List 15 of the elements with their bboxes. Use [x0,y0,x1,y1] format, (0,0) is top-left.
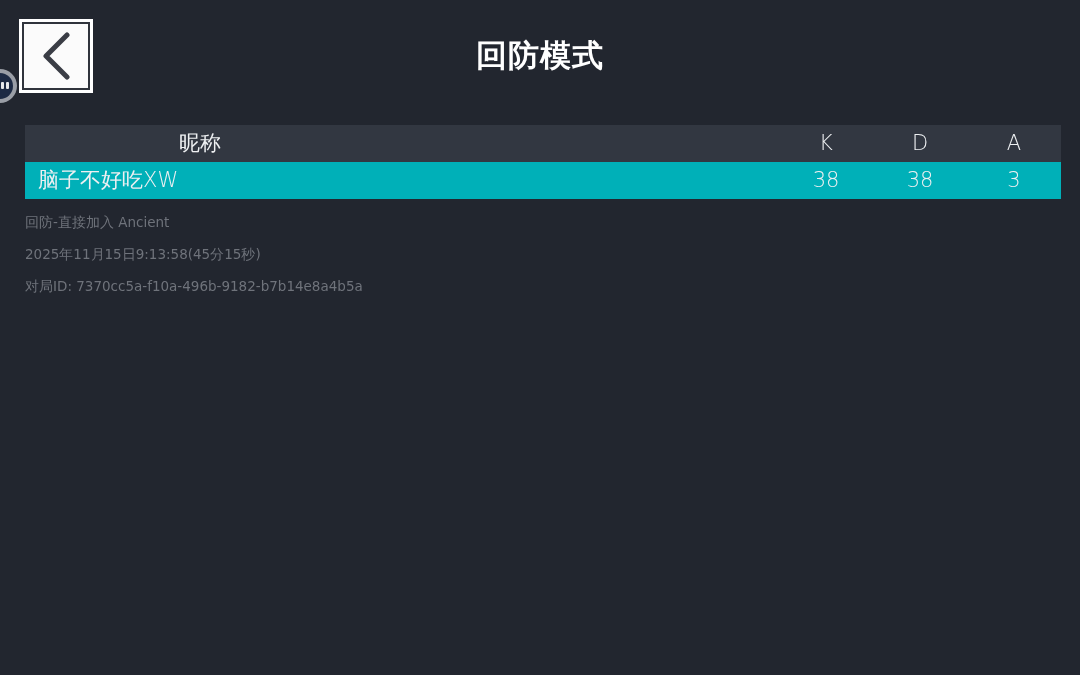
column-header: D [910,130,930,157]
highlighted-table-row[interactable]: 脑子不好吃XW 38 38 3 [25,162,1061,199]
column-header: A [1005,130,1023,157]
table-cell-text: 38 [811,167,841,194]
table-cell-text: 38 [905,167,935,194]
table-cell-text: 3 [1006,167,1022,194]
column-header: 昵称 [178,130,222,157]
back-button[interactable] [19,19,93,93]
table-cell-text: 脑子不好吃XW [37,167,180,194]
match-info-text: 回防-直接加入 Ancient [25,213,170,232]
page-title: 回防模式 [476,36,604,75]
chevron-left-icon [41,32,71,80]
match-info-text: 对局ID: 7370cc5a-f10a-496b-9182-b7b14e8a4b5a [25,277,363,296]
match-info-text: 2025年11月15日9:13:58(45分15秒) [25,245,261,264]
column-header: K [818,130,834,157]
